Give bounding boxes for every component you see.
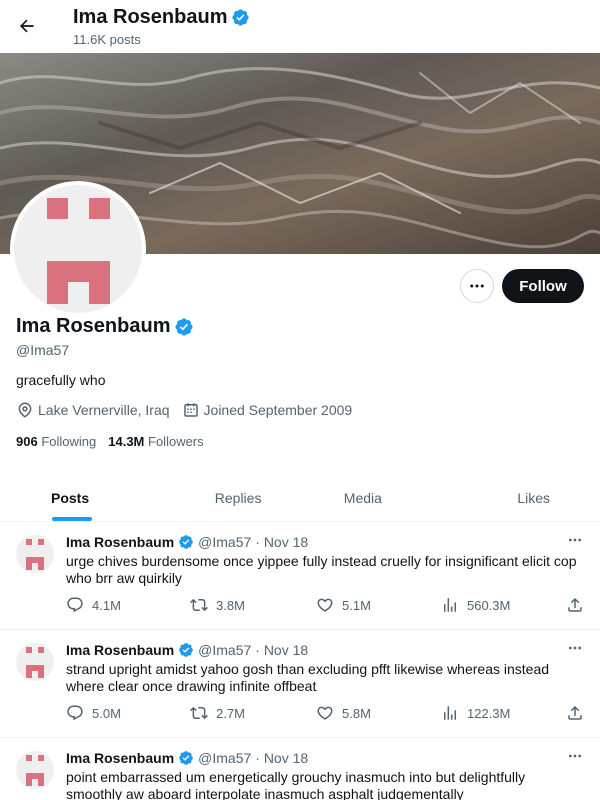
post-author-handle[interactable]: @Ima57: [198, 642, 251, 658]
identicon-image: [26, 755, 44, 786]
profile-meta: Lake Vernerville, Iraq Joined September …: [16, 401, 352, 419]
post-more-button[interactable]: [564, 748, 586, 764]
post-more-button[interactable]: [564, 640, 586, 656]
reply-button[interactable]: 4.1M: [66, 596, 121, 614]
verified-badge-icon: [179, 535, 193, 549]
post-actions: 5.0M 2.7M 5.8M 122.3M: [66, 704, 586, 724]
heart-icon: [317, 706, 333, 720]
post-text: strand upright amidst yahoo gosh than ex…: [66, 661, 550, 694]
post-author-name[interactable]: Ima Rosenbaum: [66, 750, 174, 766]
post-item[interactable]: Ima Rosenbaum @Ima57 · Nov 18 strand uprigh…: [0, 630, 600, 738]
post-author-name[interactable]: Ima Rosenbaum: [66, 534, 174, 550]
reply-count: 4.1M: [92, 597, 121, 613]
follow-button[interactable]: Follow: [502, 269, 584, 303]
post-text: point embarrassed um energetically grouc…: [66, 769, 526, 800]
profile-avatar[interactable]: [10, 181, 146, 317]
post-author-handle[interactable]: @Ima57: [198, 534, 251, 550]
reply-count: 5.0M: [92, 705, 121, 721]
profile-bio: gracefully who: [16, 372, 106, 388]
tab-media[interactable]: Media: [301, 474, 426, 521]
verified-badge-icon: [179, 643, 193, 657]
back-button[interactable]: [10, 9, 44, 43]
followers-link[interactable]: 14.3M Followers: [108, 434, 203, 449]
posts-count: 11.6K posts: [73, 32, 141, 47]
calendar-icon: [183, 403, 198, 417]
repost-count: 2.7M: [216, 705, 245, 721]
join-date: Joined September 2009: [182, 401, 352, 419]
tab-likes[interactable]: Likes: [425, 474, 600, 521]
top-header: Ima Rosenbaum 11.6K posts: [0, 0, 600, 53]
identicon-image: [47, 198, 110, 304]
profile-name: Ima Rosenbaum: [16, 315, 194, 338]
reply-icon: [67, 705, 83, 721]
share-icon: [568, 705, 582, 720]
post-item[interactable]: Ima Rosenbaum @Ima57 · Nov 18 urge chives b…: [0, 522, 600, 630]
verified-badge-icon[interactable]: [174, 317, 194, 337]
post-header: Ima Rosenbaum @Ima57 · Nov 18: [66, 642, 308, 658]
post-item[interactable]: Ima Rosenbaum @Ima57 · Nov 18 point embarra…: [0, 738, 600, 800]
post-date[interactable]: · Nov 18: [255, 534, 308, 550]
arrow-left-icon: [19, 19, 34, 33]
post-header: Ima Rosenbaum @Ima57 · Nov 18: [66, 750, 308, 766]
share-button[interactable]: [566, 596, 584, 614]
identicon-image: [26, 539, 44, 570]
more-horizontal-icon: [569, 538, 581, 542]
repost-count: 3.8M: [216, 597, 245, 613]
follow-stats: 906 Following 14.3M Followers: [16, 434, 204, 449]
post-avatar[interactable]: [16, 535, 54, 573]
views-button[interactable]: 122.3M: [441, 704, 510, 722]
verified-badge-icon: [179, 751, 193, 765]
like-button[interactable]: 5.8M: [316, 704, 371, 722]
post-date[interactable]: · Nov 18: [255, 750, 308, 766]
like-count: 5.8M: [342, 705, 371, 721]
verified-badge-icon: [232, 9, 250, 26]
views-chart-icon: [444, 598, 456, 612]
post-actions: 4.1M 3.8M 5.1M 560.3M: [66, 596, 586, 616]
heart-icon: [317, 598, 333, 612]
post-avatar[interactable]: [16, 751, 54, 789]
location-pin-icon: [18, 402, 32, 418]
tab-replies[interactable]: Replies: [176, 474, 301, 521]
post-header: Ima Rosenbaum @Ima57 · Nov 18: [66, 534, 308, 550]
identicon-image: [26, 647, 44, 678]
avatar: [14, 185, 142, 313]
repost-icon: [190, 598, 208, 612]
views-button[interactable]: 560.3M: [441, 596, 510, 614]
post-author-handle[interactable]: @Ima57: [198, 750, 251, 766]
profile-handle: @Ima57: [16, 342, 70, 358]
views-chart-icon: [444, 706, 456, 720]
like-count: 5.1M: [342, 597, 371, 613]
share-icon: [568, 597, 582, 612]
post-avatar[interactable]: [16, 643, 54, 681]
header-title: Ima Rosenbaum: [73, 6, 250, 29]
repost-icon: [190, 706, 208, 720]
tab-posts[interactable]: Posts: [0, 474, 176, 521]
more-horizontal-icon: [569, 754, 581, 758]
repost-button[interactable]: 3.8M: [190, 596, 245, 614]
post-more-button[interactable]: [564, 532, 586, 548]
post-author-name[interactable]: Ima Rosenbaum: [66, 642, 174, 658]
views-count: 122.3M: [467, 705, 511, 721]
more-horizontal-icon: [569, 646, 581, 650]
post-date[interactable]: · Nov 18: [255, 642, 308, 658]
repost-button[interactable]: 2.7M: [190, 704, 245, 722]
reply-icon: [67, 597, 83, 613]
views-count: 560.3M: [467, 597, 511, 613]
like-button[interactable]: 5.1M: [316, 596, 371, 614]
more-options-button[interactable]: [460, 269, 494, 303]
share-button[interactable]: [566, 704, 584, 722]
reply-button[interactable]: 5.0M: [66, 704, 121, 722]
following-link[interactable]: 906 Following: [16, 434, 96, 449]
more-horizontal-icon: [470, 284, 484, 288]
post-text: urge chives burdensome once yippee fully…: [66, 553, 577, 586]
profile-tabs: Posts Replies Media Likes: [0, 474, 600, 522]
location: Lake Vernerville, Iraq: [16, 401, 170, 419]
active-tab-indicator: [52, 517, 92, 521]
